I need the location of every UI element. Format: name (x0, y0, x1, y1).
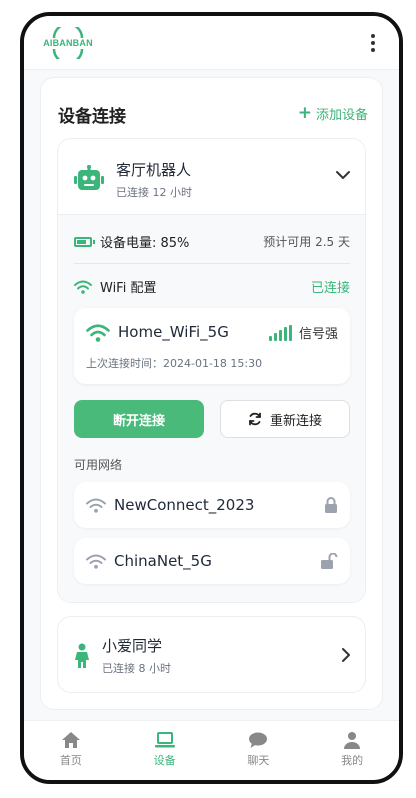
wifi-icon (74, 280, 92, 294)
reconnect-button[interactable]: 重新连接 (220, 400, 350, 438)
nav-label: 聊天 (247, 754, 270, 767)
app-header: AIBANBAN (24, 16, 399, 70)
add-device-label: 添加设备 (315, 108, 368, 123)
nav-devices[interactable]: 设备 (118, 721, 212, 780)
robot-icon (74, 165, 104, 190)
wifi-status: 已连接 (310, 281, 350, 296)
wifi-icon (86, 554, 106, 569)
signal-strength: 信号强 (268, 323, 338, 342)
device-header[interactable]: 客厅机器人 已连接 12 小时 (58, 139, 365, 215)
divider (74, 263, 350, 264)
device-name: 客厅机器人 (116, 161, 192, 179)
nav-profile[interactable]: 我的 (305, 721, 399, 780)
nav-home[interactable]: 首页 (24, 721, 118, 780)
app-logo: AIBANBAN (40, 26, 96, 59)
device-status: 已连接 8 小时 (102, 662, 171, 675)
reconnect-label: 重新连接 (269, 413, 322, 429)
signal-bars-icon (268, 324, 292, 341)
add-device-button[interactable]: + 添加设备 (297, 103, 368, 124)
network-ssid: NewConnect_2023 (114, 496, 255, 514)
current-network-card: Home_WiFi_5G 信号强 上次连接时间：2024-01-18 15:30 (74, 308, 350, 384)
wifi-icon (86, 498, 106, 513)
disconnect-button[interactable]: 断开连接 (74, 400, 204, 438)
network-ssid: ChinaNet_5G (114, 552, 212, 570)
lock-icon (325, 497, 337, 513)
device-card-expanded: 客厅机器人 已连接 12 小时 设备电量: 85% 预计可用 2.5 天 WiF… (57, 138, 366, 603)
person-icon (75, 643, 89, 668)
bottom-nav: 首页 设备 聊天 我的 (24, 720, 399, 780)
battery-icon (74, 236, 95, 247)
device-name: 小爱同学 (102, 637, 163, 655)
battery-row: 设备电量: 85% 预计可用 2.5 天 (74, 232, 350, 251)
network-item-chinanet[interactable]: ChinaNet_5G (74, 538, 350, 584)
more-menu-icon[interactable] (363, 31, 383, 55)
nav-label: 首页 (59, 754, 82, 767)
user-icon (344, 732, 361, 749)
device-connection-card: 设备连接 + 添加设备 客厅机器人 已连接 12 小时 设备电量: 85% 预计… (40, 77, 383, 710)
available-networks-label: 可用网络 (74, 458, 123, 472)
device-details: 设备电量: 85% 预计可用 2.5 天 WiFi 配置 已连接 Home_Wi… (58, 215, 365, 602)
chat-icon (249, 732, 268, 748)
chevron-right-icon (342, 648, 350, 662)
unlock-icon (321, 553, 338, 569)
phone-frame: AIBANBAN 设备连接 + 添加设备 客厅机器人 已连接 12 小时 设备电… (20, 12, 403, 784)
plus-icon: + (297, 103, 312, 123)
chevron-down-icon[interactable] (335, 169, 351, 181)
device-status: 已连接 12 小时 (116, 186, 192, 199)
wifi-icon (86, 324, 110, 342)
logo-text: AIBANBAN (43, 37, 93, 48)
signal-label: 信号强 (298, 327, 338, 342)
nav-chat[interactable]: 聊天 (212, 721, 306, 780)
remaining-time: 预计可用 2.5 天 (263, 235, 350, 249)
network-item-newconnect[interactable]: NewConnect_2023 (74, 482, 350, 528)
home-icon (61, 732, 80, 748)
device-card-collapsed[interactable]: 小爱同学 已连接 8 小时 (57, 616, 366, 693)
last-connected-time: 上次连接时间：2024-01-18 15:30 (86, 357, 263, 370)
wifi-config-row: WiFi 配置 已连接 (74, 277, 350, 296)
content-area: 设备连接 + 添加设备 客厅机器人 已连接 12 小时 设备电量: 85% 预计… (24, 70, 399, 720)
section-title: 设备连接 (58, 107, 126, 127)
nav-label: 我的 (341, 754, 364, 767)
refresh-icon (249, 412, 261, 426)
battery-label: 设备电量: 85% (100, 236, 190, 251)
nav-label: 设备 (153, 754, 176, 767)
current-ssid: Home_WiFi_5G (118, 323, 229, 341)
laptop-icon (154, 732, 175, 748)
wifi-config-label: WiFi 配置 (100, 281, 157, 296)
